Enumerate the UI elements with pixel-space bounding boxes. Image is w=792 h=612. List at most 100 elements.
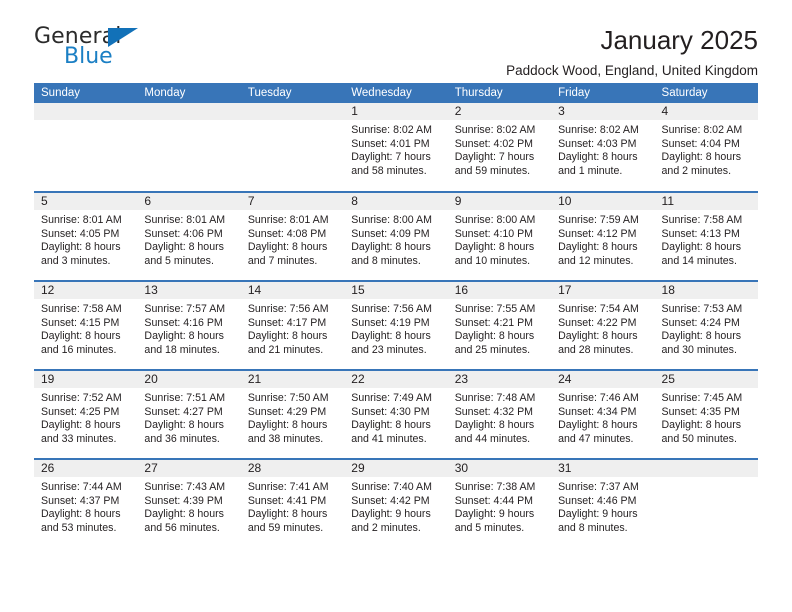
calendar-day-cell[interactable]: 3 Sunrise: 8:02 AM Sunset: 4:03 PM Daylight… xyxy=(551,103,655,192)
day-details: Sunrise: 7:45 AM Sunset: 4:35 PM Daylight:… xyxy=(655,388,758,446)
calendar-cell-inner: 8 Sunrise: 8:00 AM Sunset: 4:09 PM Daylight… xyxy=(344,193,448,280)
day-number: 23 xyxy=(447,371,552,388)
daylight-text-line1: Daylight: 8 hours xyxy=(558,241,638,254)
calendar-body: 1 Sunrise: 8:02 AM Sunset: 4:01 PM Daylight… xyxy=(34,103,758,548)
calendar-day-cell[interactable]: 17 Sunrise: 7:54 AM Sunset: 4:22 PM Dayligh… xyxy=(551,280,655,370)
sunrise-text: Sunrise: 7:41 AM xyxy=(247,481,329,493)
sunrise-text: Sunrise: 7:53 AM xyxy=(661,303,743,315)
calendar-day-cell[interactable]: 12 Sunrise: 7:58 AM Sunset: 4:15 PM Dayligh… xyxy=(34,280,138,370)
calendar-day-cell[interactable]: 23 Sunrise: 7:48 AM Sunset: 4:32 PM Dayligh… xyxy=(447,369,552,459)
sunset-text: Sunset: 4:06 PM xyxy=(144,227,223,240)
sunrise-text: Sunrise: 7:50 AM xyxy=(247,392,329,404)
day-number xyxy=(654,460,758,477)
sunset-text: Sunset: 4:34 PM xyxy=(558,405,637,418)
calendar-day-cell[interactable]: 20 Sunrise: 7:51 AM Sunset: 4:27 PM Dayligh… xyxy=(137,369,241,459)
day-details: Sunrise: 8:02 AM Sunset: 4:02 PM Daylight:… xyxy=(448,120,551,178)
day-number: 8 xyxy=(344,193,448,210)
calendar-day-cell[interactable]: 11 Sunrise: 7:58 AM Sunset: 4:13 PM Dayligh… xyxy=(654,191,758,281)
calendar-day-cell[interactable]: 8 Sunrise: 8:00 AM Sunset: 4:09 PM Daylight… xyxy=(344,191,448,281)
calendar-day-cell[interactable]: 24 Sunrise: 7:46 AM Sunset: 4:34 PM Dayligh… xyxy=(551,369,655,459)
calendar-cell-empty xyxy=(654,458,758,548)
sunset-text: Sunset: 4:13 PM xyxy=(661,227,740,240)
sunrise-text: Sunrise: 8:01 AM xyxy=(247,214,329,226)
day-number xyxy=(240,103,345,120)
daylight-text-line2: and 8 minutes. xyxy=(558,521,628,534)
day-number: 25 xyxy=(654,371,758,388)
calendar-day-cell[interactable]: 13 Sunrise: 7:57 AM Sunset: 4:16 PM Dayligh… xyxy=(137,280,241,370)
calendar-cell-inner: 26 Sunrise: 7:44 AM Sunset: 4:37 PM Dayligh… xyxy=(34,460,138,548)
calendar-day-cell[interactable]: 18 Sunrise: 7:53 AM Sunset: 4:24 PM Dayligh… xyxy=(654,280,758,370)
daylight-text-line2: and 41 minutes. xyxy=(351,432,427,445)
calendar-day-cell[interactable]: 31 Sunrise: 7:37 AM Sunset: 4:46 PM Dayligh… xyxy=(551,458,655,548)
calendar-day-cell[interactable]: 10 Sunrise: 7:59 AM Sunset: 4:12 PM Dayligh… xyxy=(551,191,655,281)
calendar-cell-inner: 27 Sunrise: 7:43 AM Sunset: 4:39 PM Dayligh… xyxy=(137,460,241,548)
day-number: 30 xyxy=(447,460,552,477)
sunrise-text: Sunrise: 8:02 AM xyxy=(661,124,743,136)
sunset-text: Sunset: 4:04 PM xyxy=(661,137,740,150)
calendar-week-row: 26 Sunrise: 7:44 AM Sunset: 4:37 PM Dayligh… xyxy=(34,458,758,548)
daylight-text-line2: and 14 minutes. xyxy=(661,254,737,267)
calendar-day-cell[interactable]: 19 Sunrise: 7:52 AM Sunset: 4:25 PM Dayligh… xyxy=(34,369,138,459)
calendar-day-cell[interactable]: 25 Sunrise: 7:45 AM Sunset: 4:35 PM Dayligh… xyxy=(654,369,758,459)
calendar-day-cell[interactable]: 15 Sunrise: 7:56 AM Sunset: 4:19 PM Dayligh… xyxy=(344,280,448,370)
sunset-text: Sunset: 4:41 PM xyxy=(247,494,327,507)
sunset-text: Sunset: 4:39 PM xyxy=(144,494,223,507)
sunset-text: Sunset: 4:22 PM xyxy=(558,316,637,329)
calendar-day-cell[interactable]: 16 Sunrise: 7:55 AM Sunset: 4:21 PM Dayligh… xyxy=(447,280,552,370)
sunset-text: Sunset: 4:42 PM xyxy=(351,494,430,507)
daylight-text-line2: and 21 minutes. xyxy=(247,343,324,356)
daylight-text-line2: and 18 minutes. xyxy=(144,343,220,356)
calendar-day-cell[interactable]: 28 Sunrise: 7:41 AM Sunset: 4:41 PM Dayligh… xyxy=(240,458,345,548)
calendar-day-cell[interactable]: 14 Sunrise: 7:56 AM Sunset: 4:17 PM Dayligh… xyxy=(240,280,345,370)
calendar-day-cell[interactable]: 26 Sunrise: 7:44 AM Sunset: 4:37 PM Dayligh… xyxy=(34,458,138,548)
day-details: Sunrise: 7:54 AM Sunset: 4:22 PM Daylight:… xyxy=(551,299,654,357)
generalblue-logo[interactable]: General Blue xyxy=(34,26,154,72)
calendar-day-cell[interactable]: 6 Sunrise: 8:01 AM Sunset: 4:06 PM Daylight… xyxy=(137,191,241,281)
daylight-text-line2: and 59 minutes. xyxy=(247,521,324,534)
sunrise-text: Sunrise: 7:58 AM xyxy=(661,214,743,226)
daylight-text-line2: and 33 minutes. xyxy=(41,432,117,445)
calendar-cell-inner: 28 Sunrise: 7:41 AM Sunset: 4:41 PM Dayligh… xyxy=(240,460,345,548)
day-details: Sunrise: 7:50 AM Sunset: 4:29 PM Daylight:… xyxy=(241,388,344,446)
day-number: 19 xyxy=(34,371,138,388)
calendar-day-cell[interactable]: 30 Sunrise: 7:38 AM Sunset: 4:44 PM Dayligh… xyxy=(447,458,552,548)
calendar-day-cell[interactable]: 1 Sunrise: 8:02 AM Sunset: 4:01 PM Daylight… xyxy=(344,103,448,192)
daylight-text-line2: and 7 minutes. xyxy=(247,254,318,267)
weekday-header-thursday: Thursday xyxy=(447,83,552,103)
daylight-text-line2: and 5 minutes. xyxy=(454,521,525,534)
calendar-day-cell[interactable]: 7 Sunrise: 8:01 AM Sunset: 4:08 PM Daylight… xyxy=(240,191,345,281)
calendar-cell-inner: 1 Sunrise: 8:02 AM Sunset: 4:01 PM Daylight… xyxy=(344,103,448,191)
daylight-text-line1: Daylight: 8 hours xyxy=(144,330,224,343)
calendar-day-cell[interactable]: 29 Sunrise: 7:40 AM Sunset: 4:42 PM Dayligh… xyxy=(344,458,448,548)
daylight-text-line1: Daylight: 7 hours xyxy=(351,151,431,164)
day-details: Sunrise: 8:01 AM Sunset: 4:06 PM Daylight:… xyxy=(137,210,240,268)
day-details: Sunrise: 7:40 AM Sunset: 4:42 PM Daylight:… xyxy=(344,477,447,535)
calendar-day-cell[interactable]: 22 Sunrise: 7:49 AM Sunset: 4:30 PM Dayligh… xyxy=(344,369,448,459)
calendar-cell-inner: 17 Sunrise: 7:54 AM Sunset: 4:22 PM Dayligh… xyxy=(551,282,655,369)
day-number: 9 xyxy=(447,193,552,210)
daylight-text-line2: and 12 minutes. xyxy=(558,254,634,267)
daylight-text-line1: Daylight: 9 hours xyxy=(558,508,638,521)
day-number: 3 xyxy=(551,103,655,120)
daylight-text-line2: and 25 minutes. xyxy=(454,343,531,356)
calendar-day-cell[interactable]: 21 Sunrise: 7:50 AM Sunset: 4:29 PM Dayligh… xyxy=(240,369,345,459)
day-details: Sunrise: 8:00 AM Sunset: 4:10 PM Daylight:… xyxy=(448,210,551,268)
day-number: 12 xyxy=(34,282,138,299)
daylight-text-line1: Daylight: 8 hours xyxy=(351,419,431,432)
calendar-day-cell[interactable]: 4 Sunrise: 8:02 AM Sunset: 4:04 PM Daylight… xyxy=(654,103,758,192)
calendar-day-cell[interactable]: 27 Sunrise: 7:43 AM Sunset: 4:39 PM Dayligh… xyxy=(137,458,241,548)
day-details: Sunrise: 7:53 AM Sunset: 4:24 PM Daylight:… xyxy=(655,299,758,357)
calendar-day-cell[interactable]: 2 Sunrise: 8:02 AM Sunset: 4:02 PM Daylight… xyxy=(447,103,552,192)
day-number: 13 xyxy=(137,282,241,299)
day-number: 14 xyxy=(240,282,345,299)
calendar-day-cell[interactable]: 9 Sunrise: 8:00 AM Sunset: 4:10 PM Daylight… xyxy=(447,191,552,281)
calendar-day-cell[interactable]: 5 Sunrise: 8:01 AM Sunset: 4:05 PM Daylight… xyxy=(34,191,138,281)
sunset-text: Sunset: 4:01 PM xyxy=(351,137,430,150)
day-details: Sunrise: 7:55 AM Sunset: 4:21 PM Daylight:… xyxy=(448,299,551,357)
calendar-cell-empty xyxy=(34,103,138,192)
calendar-cell-inner: 4 Sunrise: 8:02 AM Sunset: 4:04 PM Daylight… xyxy=(654,103,758,191)
day-number: 7 xyxy=(240,193,345,210)
day-number: 28 xyxy=(240,460,345,477)
sunrise-text: Sunrise: 7:38 AM xyxy=(454,481,536,493)
day-number xyxy=(137,103,241,120)
